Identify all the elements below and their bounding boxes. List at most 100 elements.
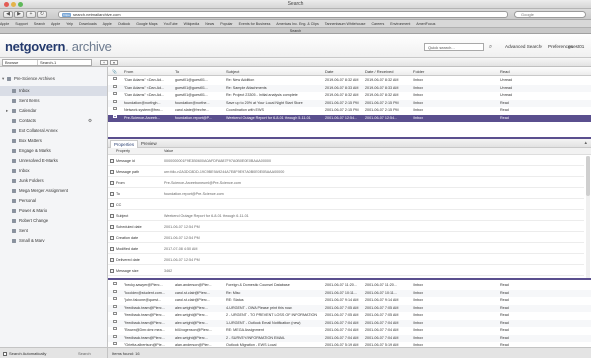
bookmark-item[interactable]: Support [15,22,28,26]
sidebar-root[interactable]: ▾ Pre-Science Archives [0,74,107,84]
bookmark-item[interactable]: Yelp [66,22,73,26]
property-row[interactable]: Subject Weekend Outage Report for 6-8-01 … [108,211,584,221]
sidebar-item-calendar[interactable]: ▸ Calendar [0,106,107,116]
bookmark-item[interactable]: Popular [220,22,232,26]
bookmark-item[interactable]: Search [34,22,45,26]
bookmark-item[interactable]: Wikipedia [184,22,200,26]
chevron-down-icon[interactable]: ▾ [540,44,542,50]
dropdown-icon[interactable]: ▾ [110,60,118,65]
bookmark-item[interactable]: Apple [0,22,9,26]
expand-icon[interactable]: ▾ [2,74,4,84]
bookmark-item[interactable]: Tannenbaum Whitehouse [325,22,366,26]
property-row[interactable]: Message id 0000000001F9E3B0600A0AFDFA887F… [108,156,584,166]
user-menu[interactable]: guest01 [568,44,584,49]
table-row[interactable]: "Dan Adams" <Dan.Ad... guest01@guest01...… [108,77,591,84]
property-row[interactable]: Message size 3462 [108,266,584,276]
row-from: "feedback.team@Pierc... [124,313,165,317]
sidebar-item-folder[interactable]: Junk Folders [0,176,107,186]
property-row[interactable]: Modified date 2017-07-08 4:50 AM [108,244,584,254]
search-automatically-checkbox[interactable] [3,352,7,356]
property-row[interactable]: Creation date 2001-06-07 12:54 PM [108,233,584,243]
sidebar-item-folder[interactable]: Box Matters [0,136,107,146]
column-date-received[interactable]: Date / Received [365,67,393,76]
bookmark-item[interactable]: Events for Business [239,22,271,26]
sidebar-item-sent-items[interactable]: Sent Items [0,96,107,106]
table-row[interactable]: "becky.sawyer@Pierc... alan.anderson@Pier… [108,282,591,289]
column-subject[interactable]: Subject [226,67,239,76]
bookmark-item[interactable]: Google Maps [136,22,157,26]
sidebar-item-folder[interactable]: Inbox [0,166,107,176]
sidebar-item-folder[interactable]: Power & Mario [0,206,107,216]
search-icon[interactable]: ⌕ [486,43,495,51]
tab-properties[interactable]: Properties [110,140,139,148]
scrollbar-thumb[interactable] [586,156,590,196]
property-row[interactable]: To foundation.report@Pre-Science.com [108,189,584,199]
bookmark-item[interactable]: AmeriFocus [416,22,435,26]
sidebar-item-folder[interactable]: Engage & Marks [0,146,107,156]
table-row[interactable]: "john.falcone@quest... carol.st.clair@Pie… [108,297,591,304]
sidebar-item-folder[interactable]: Sent [0,226,107,236]
search-button[interactable]: Search [78,348,91,358]
table-row[interactable]: foundation@northgh... foundation@northe..… [108,99,591,107]
bookmark-item[interactable]: Downloads [79,22,97,26]
column-folder[interactable]: Folder [413,67,424,76]
property-row[interactable]: Scheduled date 2001-06-07 12:54 PM [108,222,584,232]
sidebar-item-folder[interactable]: Ext Collateral Annex [0,126,107,136]
browser-search-input[interactable]: Google [514,11,586,18]
bookmark-item[interactable]: Apple [51,22,60,26]
new-tab-icon[interactable]: + [100,60,108,65]
table-row[interactable]: Network.system@frec... carol.slate@frecfr… [108,107,591,114]
property-row[interactable]: Message path urn:fdlc-n2A3DC8DD-19C9BE9A9… [108,167,584,177]
table-row[interactable]: "feedback.team@Pierc... alex.wright@Pierc… [108,334,591,342]
table-row[interactable]: "feedback.team@Pierc... alex.wright@Pierc… [108,319,591,327]
settings-icon[interactable]: ⚙ [88,116,92,126]
sidebar-item-label: Calendar [19,108,37,113]
property-icon [110,269,114,273]
bookmark-item[interactable]: Environment [390,22,410,26]
bookmark-item[interactable]: News [205,22,214,26]
column-date[interactable]: Date [325,67,333,76]
row-folder: /Inbox [413,108,424,112]
sidebar-item-folder[interactable]: Personal [0,196,107,206]
browse-select[interactable]: Browse Search-1 [2,59,92,66]
sidebar-item-folder[interactable]: Small & Marv [0,236,107,246]
bookmark-item[interactable]: YouTube [164,22,178,26]
bookmark-item[interactable]: Apple [103,22,112,26]
expand-icon[interactable]: ▸ [6,106,8,116]
quick-search-input[interactable]: Quick search... [424,43,484,51]
table-row[interactable]: "Brown@Dmr.dmr.mea... bill.bogenson@Pierc… [108,327,591,334]
forward-button[interactable]: ▶ [14,11,24,18]
table-row[interactable]: "Dan Adams" <Dan.Ad... guest01@guest01...… [108,84,591,92]
property-row[interactable]: CC [108,200,584,210]
add-bookmark-button[interactable]: + [26,11,36,18]
table-row[interactable]: "feedback.team@Pierc... alex.wright@Pierc… [108,304,591,312]
bookmark-item[interactable]: Americas Inc. Eng. & Clips [276,22,319,26]
table-row[interactable]: "kooldex@student.com... carol.st.clair@Pi… [108,289,591,297]
sidebar-item-contacts[interactable]: Contacts ⚙ [0,116,107,126]
bookmarks-bar: Apple Support Search Apple Yelp Download… [0,20,591,28]
table-row[interactable]: Pre-Science-Arceeb... foundation.report@P… [108,114,591,122]
property-row[interactable]: From Pre-Science-Arceeboneuml@Pre-Science… [108,178,584,188]
sidebar-item-folder[interactable]: Mega Merger Assignment [0,186,107,196]
app-logo[interactable]: netgovern. archive [5,39,112,54]
column-from[interactable]: From [124,67,133,76]
table-row[interactable]: "feedback.team@Pierc... alex.wright@Pierc… [108,312,591,319]
sidebar-item-inbox[interactable]: Inbox [0,86,107,96]
tab-preview[interactable]: Preview [138,140,160,148]
column-read[interactable]: Read [500,67,510,76]
reload-button[interactable]: ↻ [37,11,47,18]
back-button[interactable]: ◀ [3,11,13,18]
panel-scrollbar[interactable] [586,156,590,278]
column-to[interactable]: To [175,67,179,76]
row-to: foundation@northe... [175,100,210,105]
sidebar-item-folder[interactable]: Unresolved E-Marks [0,156,107,166]
collapse-panel-icon[interactable]: ▴ [584,140,587,146]
bookmark-item[interactable]: Outlook [118,22,130,26]
advanced-search-link[interactable]: Advanced Search [505,44,541,49]
bookmark-item[interactable]: Careers [371,22,384,26]
url-bar[interactable]: https search.netmailarchive.com [58,11,508,18]
property-row[interactable]: Delivered date 2001-06-07 12:54 PM [108,255,584,265]
sidebar-item-folder[interactable]: Robert Change [0,216,107,226]
table-row[interactable]: "Dan Adams" <Dan.Ad... guest01@guest01...… [108,92,591,99]
envelope-icon [113,319,117,323]
